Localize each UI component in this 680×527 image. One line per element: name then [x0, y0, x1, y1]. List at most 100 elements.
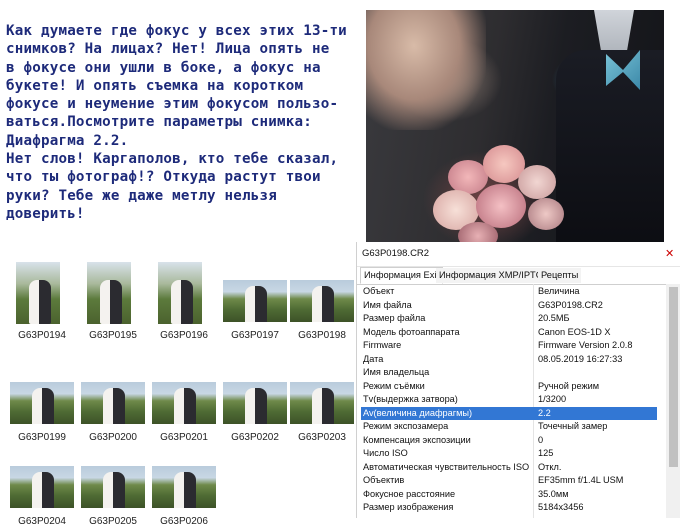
row-key: Фокусное расстояние	[363, 488, 456, 499]
thumbnail-image	[152, 382, 216, 424]
couple-figure	[103, 472, 125, 508]
table-row[interactable]: Размер файла 20.5МБ	[361, 312, 657, 326]
row-key: Автоматическая чувствительность ISO	[363, 461, 530, 472]
tab-exif-info[interactable]: Информация Exif	[360, 267, 444, 284]
headline-line: Как думаете где фокус у всех этих 13-ти	[6, 23, 347, 39]
table-row[interactable]: Модель фотоаппарата Canon EOS-1D X	[361, 326, 657, 340]
table-row[interactable]: Компенсация экспозиции 0	[361, 434, 657, 448]
row-key: Tv(выдержка затвора)	[363, 394, 458, 404]
thumbnail-caption: G63P0199	[18, 432, 66, 443]
exif-info-window: G63P0198.CR2 ✕ Информация Exif Информаци…	[356, 242, 680, 518]
table-row[interactable]: Tv(выдержка затвора) 1/3200	[361, 393, 657, 407]
couple-figure	[312, 286, 334, 322]
thumbnail-image	[158, 262, 202, 324]
couple-figure	[100, 280, 122, 324]
flower	[476, 184, 526, 228]
thumbnail-image	[290, 382, 354, 424]
thumbnail-caption: G63P0200	[89, 432, 137, 443]
headline-line: фокусе и неумение этим фокусом пользо-	[6, 96, 339, 113]
table-row[interactable]: Дата 08.05.2019 16:27:33	[361, 353, 657, 367]
row-key: Режим экспозамера	[363, 421, 449, 431]
table-row[interactable]: Av(величина диафрагмы) 2.2	[361, 406, 657, 420]
couple-figure	[32, 388, 54, 424]
couple-figure	[312, 388, 334, 424]
table-row[interactable]: Фокусное расстояние 35.0мм	[361, 488, 657, 502]
table-header-row: Объект Величина	[361, 285, 657, 299]
thumbnail-image	[81, 466, 145, 508]
thumbnail-image	[87, 262, 131, 324]
headline-line: что ты фотограф!? Откуда растут твои	[6, 169, 321, 186]
headline-line: Нет слов! Каргаполов, кто тебе сказал,	[6, 151, 339, 168]
headline-line: Диафрагма 2.2.	[6, 132, 129, 149]
tab-bar: Информация Exif Информация XMP/IPTC Реце…	[357, 266, 680, 285]
thumbnail-caption: G63P0201	[160, 432, 208, 443]
bouquet	[428, 140, 578, 246]
bride-figure	[366, 10, 486, 130]
table-row[interactable]: Автоматическая чувствительность ISO Откл.	[361, 461, 657, 475]
table-row[interactable]: Объектив EF35mm f/1.4L USM	[361, 474, 657, 488]
row-key: Размер изображения	[363, 502, 454, 512]
flower	[518, 165, 556, 199]
couple-figure	[174, 472, 196, 508]
couple-figure	[245, 388, 267, 424]
row-key: Число ISO	[363, 448, 408, 458]
row-value: 08.05.2019 16:27:33	[538, 353, 623, 364]
flower	[448, 160, 488, 194]
flower	[528, 198, 564, 230]
scrollbar-thumb[interactable]	[669, 287, 678, 467]
headline-line: руки? Тебе же даже метлу нельзя	[6, 187, 277, 204]
thumbnail-image	[223, 280, 287, 322]
thumbnail-caption: G63P0197	[231, 330, 279, 341]
thumbnail-caption: G63P0194	[18, 330, 66, 341]
row-key: Имя файла	[363, 299, 412, 310]
headline-line: в фокусе они ушли в боке, а фокус на	[6, 59, 321, 76]
window-title: G63P0198.CR2	[362, 248, 430, 259]
headline-text: Как думаете где фокус у всех этих 13-ти с…	[6, 22, 364, 223]
table-row[interactable]: Режим экспозамера Точечный замер	[361, 420, 657, 434]
row-key: Размер файла	[363, 313, 426, 323]
row-key: Модель фотоаппарата	[363, 326, 460, 337]
couple-figure	[29, 280, 51, 324]
thumbnail-image	[16, 262, 60, 324]
window-titlebar: G63P0198.CR2 ✕	[357, 242, 680, 267]
row-value: 35.0мм	[538, 488, 569, 499]
headline-line: доверить!	[6, 205, 85, 222]
tab-xmp-iptc-info[interactable]: Информация XMP/IPTC	[436, 268, 546, 283]
row-value: Canon EOS-1D X	[538, 326, 611, 337]
row-key: Av(величина диафрагмы)	[363, 407, 473, 418]
row-value: G63P0198.CR2	[538, 299, 603, 310]
thumbnail-caption: G63P0196	[160, 330, 208, 341]
table-row[interactable]: Имя файла G63P0198.CR2	[361, 299, 657, 313]
table-row[interactable]: Имя владельца	[361, 366, 657, 380]
table-row[interactable]: Размер изображения 5184x3456	[361, 501, 657, 515]
couple-figure	[245, 286, 267, 322]
table-row[interactable]: Число ISO 125	[361, 447, 657, 461]
table-row[interactable]: Режим съёмки Ручной режим	[361, 380, 657, 394]
thumbnail-caption: G63P0202	[231, 432, 279, 443]
headline-line: ваться.Посмотрите параметры снимка:	[6, 114, 312, 131]
close-icon[interactable]: ✕	[665, 247, 674, 260]
row-key: Дата	[363, 353, 384, 364]
row-key: Режим съёмки	[363, 380, 425, 391]
row-key: Имя владельца	[363, 367, 430, 377]
thumbnail-image	[81, 382, 145, 424]
row-value: Откл.	[538, 461, 562, 472]
row-value: 5184x3456	[538, 502, 584, 512]
couple-figure	[103, 388, 125, 424]
thumbnail-image	[10, 466, 74, 508]
row-value: 125	[538, 448, 554, 458]
row-value: Точечный замер	[538, 421, 608, 431]
row-value: 20.5МБ	[538, 313, 570, 323]
row-key: Объект	[363, 286, 395, 296]
tab-recipes[interactable]: Рецепты	[538, 268, 582, 283]
vertical-scrollbar[interactable]	[666, 284, 680, 518]
row-value: 0	[538, 434, 544, 445]
row-value: Величина	[538, 286, 580, 296]
headline-line: букете! И опять съемка на коротком	[6, 77, 304, 94]
couple-figure	[32, 472, 54, 508]
row-value: 1/3200	[538, 394, 567, 404]
thumbnail-image	[290, 280, 354, 322]
row-value: EF35mm f/1.4L USM	[538, 475, 624, 485]
thumbnail-image	[152, 466, 216, 508]
table-row[interactable]: Firmware Firmware Version 2.0.8	[361, 339, 657, 353]
